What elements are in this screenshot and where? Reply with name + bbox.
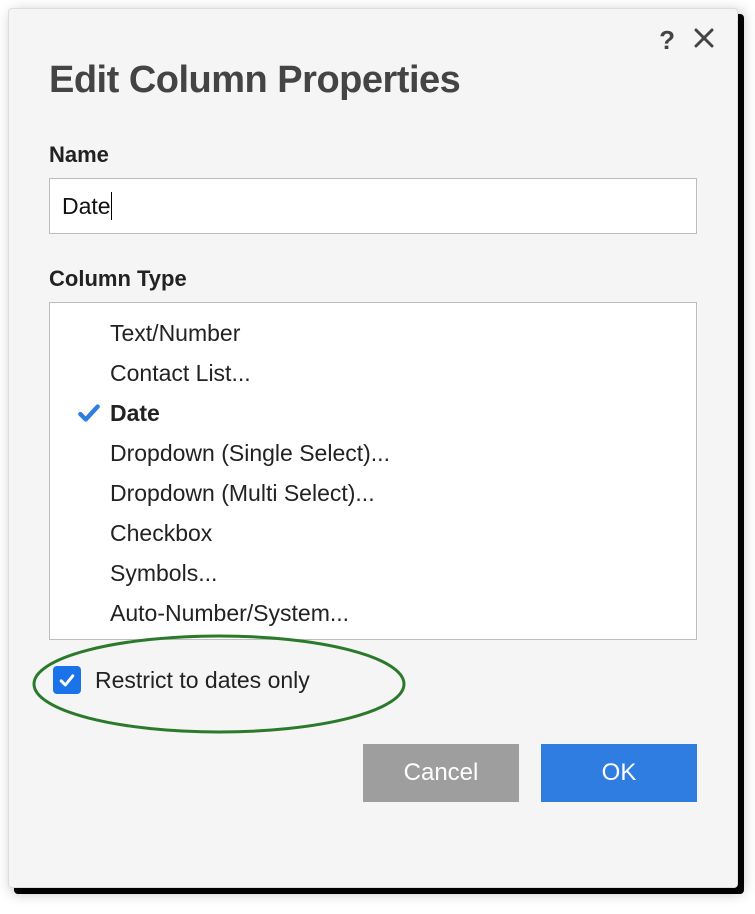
type-option-label: Checkbox (110, 520, 212, 547)
name-label: Name (49, 142, 697, 168)
dialog-title: Edit Column Properties (49, 59, 697, 102)
type-option-checkbox[interactable]: Checkbox (50, 513, 696, 553)
help-icon[interactable]: ? (659, 25, 675, 56)
column-type-label: Column Type (49, 266, 697, 292)
type-option-dropdown-single[interactable]: Dropdown (Single Select)... (50, 433, 696, 473)
text-cursor (111, 192, 112, 220)
type-option-label: Auto-Number/System... (110, 600, 349, 627)
restrict-checkbox[interactable] (53, 666, 81, 694)
name-input[interactable] (49, 178, 697, 234)
type-option-symbols[interactable]: Symbols... (50, 553, 696, 593)
check-icon (68, 400, 110, 426)
column-type-list: Text/Number Contact List... Date Dropdow… (49, 302, 697, 640)
ok-button[interactable]: OK (541, 744, 697, 802)
edit-column-dialog: ? Edit Column Properties Name Column Typ… (8, 8, 738, 888)
type-option-text-number[interactable]: Text/Number (50, 313, 696, 353)
close-icon[interactable] (693, 25, 715, 56)
type-option-label: Contact List... (110, 360, 251, 387)
type-option-label: Text/Number (110, 320, 240, 347)
type-option-autonumber[interactable]: Auto-Number/System... (50, 593, 696, 633)
type-option-dropdown-multi[interactable]: Dropdown (Multi Select)... (50, 473, 696, 513)
restrict-label: Restrict to dates only (95, 667, 310, 694)
cancel-button[interactable]: Cancel (363, 744, 519, 802)
type-option-label: Dropdown (Multi Select)... (110, 480, 375, 507)
type-option-contact-list[interactable]: Contact List... (50, 353, 696, 393)
type-option-label: Symbols... (110, 560, 217, 587)
type-option-date[interactable]: Date (50, 393, 696, 433)
type-option-label: Date (110, 400, 160, 427)
type-option-label: Dropdown (Single Select)... (110, 440, 390, 467)
